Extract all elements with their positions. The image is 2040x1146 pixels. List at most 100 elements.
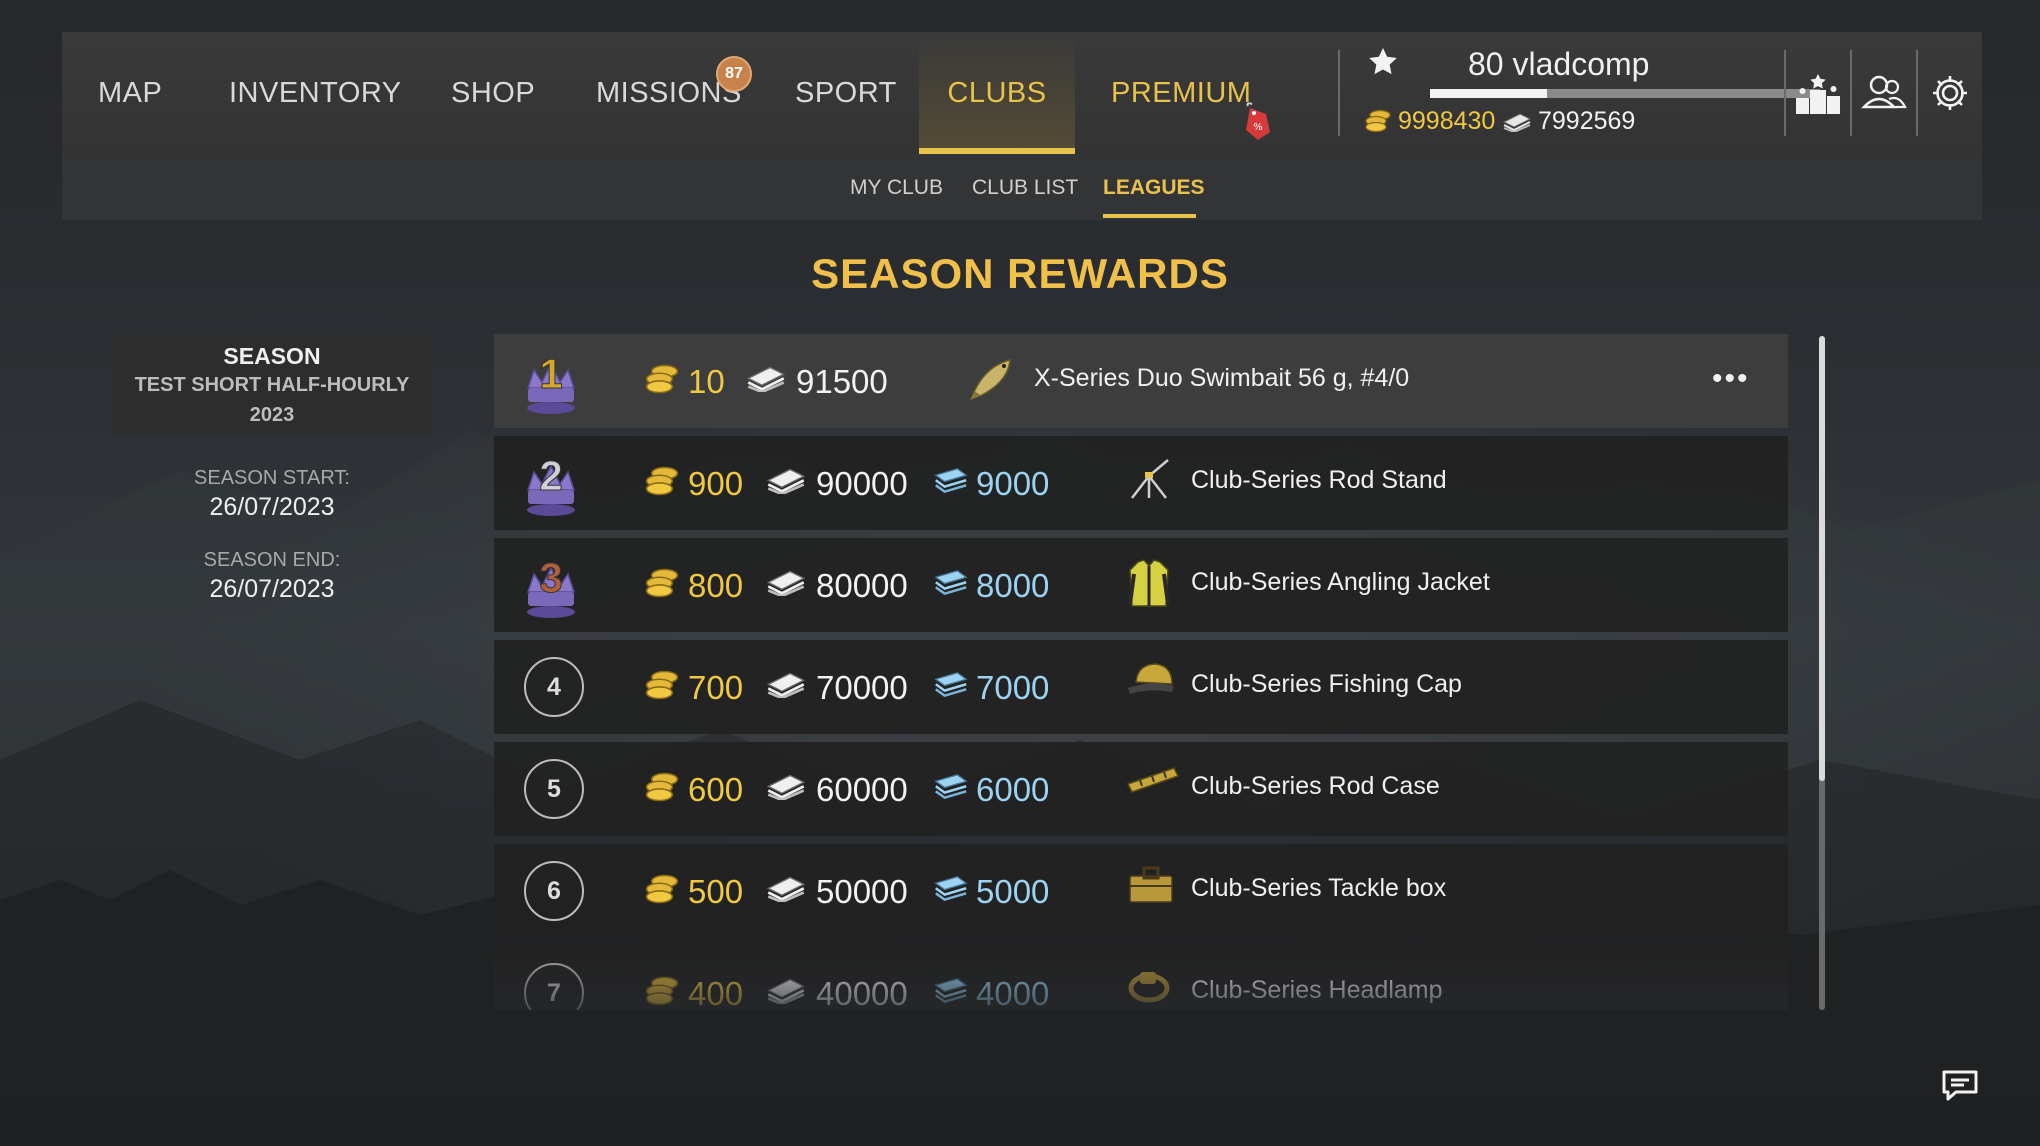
svg-text:%: % [1253, 122, 1263, 133]
reward-row-rank-4[interactable]: 4 700 70000 7000 Club-Series Fishing Cap [494, 640, 1788, 734]
settings-icon [1933, 76, 1967, 110]
reward-club-money: 8000 [976, 567, 1050, 604]
season-heading: SEASON [223, 343, 321, 369]
gold-coins-icon [644, 974, 680, 1010]
reward-item-name[interactable]: Club-Series Tackle box [1191, 874, 1446, 903]
club-money-icon [932, 974, 970, 1009]
nav-missions[interactable]: MISSIONS [596, 32, 742, 154]
reward-row-rank-2[interactable]: 2 900 90000 9000 Club-Series Rod Stand [494, 436, 1788, 530]
bronze-trophy-icon: 3 [520, 546, 582, 627]
gold-coins-icon [644, 464, 680, 503]
player-level-and-name: 80 vladcomp [1468, 46, 1649, 83]
rewards-list[interactable]: 1 10 91500 X-Series Duo Swimbait 56 g, #4/0… [494, 334, 1788, 1010]
reward-item-name[interactable]: Club-Series Rod Stand [1191, 466, 1447, 495]
reward-item-name[interactable]: X-Series Duo Swimbait 56 g, #4/0 [1034, 364, 1409, 393]
divider [1784, 50, 1786, 136]
gold-trophy-icon: 1 [520, 342, 582, 423]
silver-banknotes-icon [764, 566, 808, 601]
leaderboard-button[interactable] [1788, 56, 1848, 130]
nav-inventory[interactable]: INVENTORY [229, 32, 402, 154]
silver-balance: 7992569 [1538, 107, 1636, 135]
silver-banknotes-icon [764, 872, 808, 907]
reward-row-rank-7[interactable]: 7 400 40000 4000 Club-Series Headlamp [494, 946, 1788, 1010]
reward-gold: 400 [688, 975, 744, 1010]
season-name-line1: TEST SHORT HALF-HOURLY [134, 374, 410, 396]
svg-text:3: 3 [539, 554, 562, 601]
tab-my-club[interactable]: MY CLUB [850, 176, 943, 200]
season-end-label: SEASON END: [203, 549, 341, 571]
friends-button[interactable] [1854, 56, 1914, 130]
gold-coins-icon [644, 362, 680, 401]
divider [1850, 50, 1852, 136]
star-level-icon [1369, 48, 1397, 75]
cap-icon [1124, 658, 1178, 707]
scrollbar-thumb[interactable] [1819, 336, 1825, 781]
reward-row-rank-1[interactable]: 1 10 91500 X-Series Duo Swimbait 56 g, #4/0… [494, 334, 1788, 428]
reward-row-rank-3[interactable]: 3 800 80000 8000 Club-Series Angling Jacket [494, 538, 1788, 632]
reward-row-rank-5[interactable]: 5 600 60000 6000 Club-Series Rod Case [494, 742, 1788, 836]
reward-club-money: 7000 [976, 669, 1050, 706]
rank-number: 6 [524, 861, 584, 921]
nav-map[interactable]: MAP [98, 32, 162, 154]
reward-gold: 800 [688, 567, 744, 604]
nav-premium[interactable]: PREMIUM [1111, 32, 1251, 154]
reward-gold: 500 [688, 873, 744, 910]
club-money-icon [932, 872, 970, 907]
tab-leagues[interactable]: LEAGUES [1103, 176, 1205, 200]
season-start-date: 26/07/2023 [209, 493, 335, 521]
gold-coins-icon [644, 872, 680, 911]
reward-club-money: 6000 [976, 771, 1050, 808]
friends-icon [1861, 75, 1907, 109]
reward-row-rank-6[interactable]: 6 500 50000 5000 Club-Series Tackle box [494, 844, 1788, 938]
reward-gold: 700 [688, 669, 744, 706]
reward-item-name[interactable]: Club-Series Fishing Cap [1191, 670, 1462, 699]
page-title: SEASON REWARDS [811, 250, 1229, 297]
xp-progress-bar [1430, 89, 1820, 98]
club-money-icon [932, 668, 970, 703]
active-tab-underline [1103, 214, 1196, 218]
season-info-box: SEASON TEST SHORT HALF-HOURLY 2023 [112, 335, 432, 435]
gold-coins-icon [644, 668, 680, 707]
silver-trophy-icon: 2 [520, 444, 582, 525]
nav-shop[interactable]: SHOP [451, 32, 535, 154]
chat-button[interactable] [1940, 1068, 1980, 1109]
divider [1338, 50, 1340, 136]
rod-case-icon [1124, 760, 1180, 805]
reward-item-name[interactable]: Club-Series Rod Case [1191, 772, 1440, 801]
settings-button[interactable] [1920, 56, 1980, 130]
season-start-label: SEASON START: [194, 467, 350, 489]
rewards-scrollbar[interactable] [1819, 336, 1825, 1010]
season-name-line2: 2023 [249, 404, 295, 426]
top-navigation-bar: MAP INVENTORY SHOP MISSIONS 87 SPORT CLU… [62, 32, 1982, 154]
nav-clubs[interactable]: CLUBS [919, 32, 1075, 154]
gold-balance: 9998430 [1398, 107, 1496, 135]
sale-tag-icon: % [1246, 102, 1270, 140]
more-options-button[interactable]: ••• [1712, 362, 1750, 396]
reward-item-name[interactable]: Club-Series Angling Jacket [1191, 568, 1490, 597]
gold-coins-icon [644, 566, 680, 605]
season-end-date: 26/07/2023 [209, 575, 335, 603]
reward-club-money: 4000 [976, 975, 1050, 1010]
reward-silver: 80000 [816, 567, 908, 604]
rank-number: 7 [524, 963, 584, 1010]
silver-banknotes-icon [764, 464, 808, 499]
leaderboard-icon [1796, 74, 1840, 114]
chat-icon [1942, 1070, 1978, 1101]
xp-progress-fill [1430, 89, 1547, 98]
reward-silver: 40000 [816, 975, 908, 1010]
player-name: vladcomp [1512, 46, 1650, 82]
swimbait-lure-icon [968, 352, 1018, 407]
silver-banknotes-icon [744, 362, 788, 397]
reward-item-name[interactable]: Club-Series Headlamp [1191, 976, 1443, 1005]
silver-banknotes-icon [764, 668, 808, 703]
svg-text:1: 1 [539, 350, 562, 397]
club-money-icon [932, 464, 970, 499]
reward-gold: 900 [688, 465, 744, 502]
player-level: 80 [1468, 46, 1504, 82]
nav-sport[interactable]: SPORT [795, 32, 897, 154]
rank-number: 4 [524, 657, 584, 717]
silver-banknotes-icon [764, 974, 808, 1009]
reward-silver: 91500 [796, 363, 888, 400]
tab-club-list[interactable]: CLUB LIST [972, 176, 1078, 200]
headlamp-icon [1124, 964, 1174, 1010]
